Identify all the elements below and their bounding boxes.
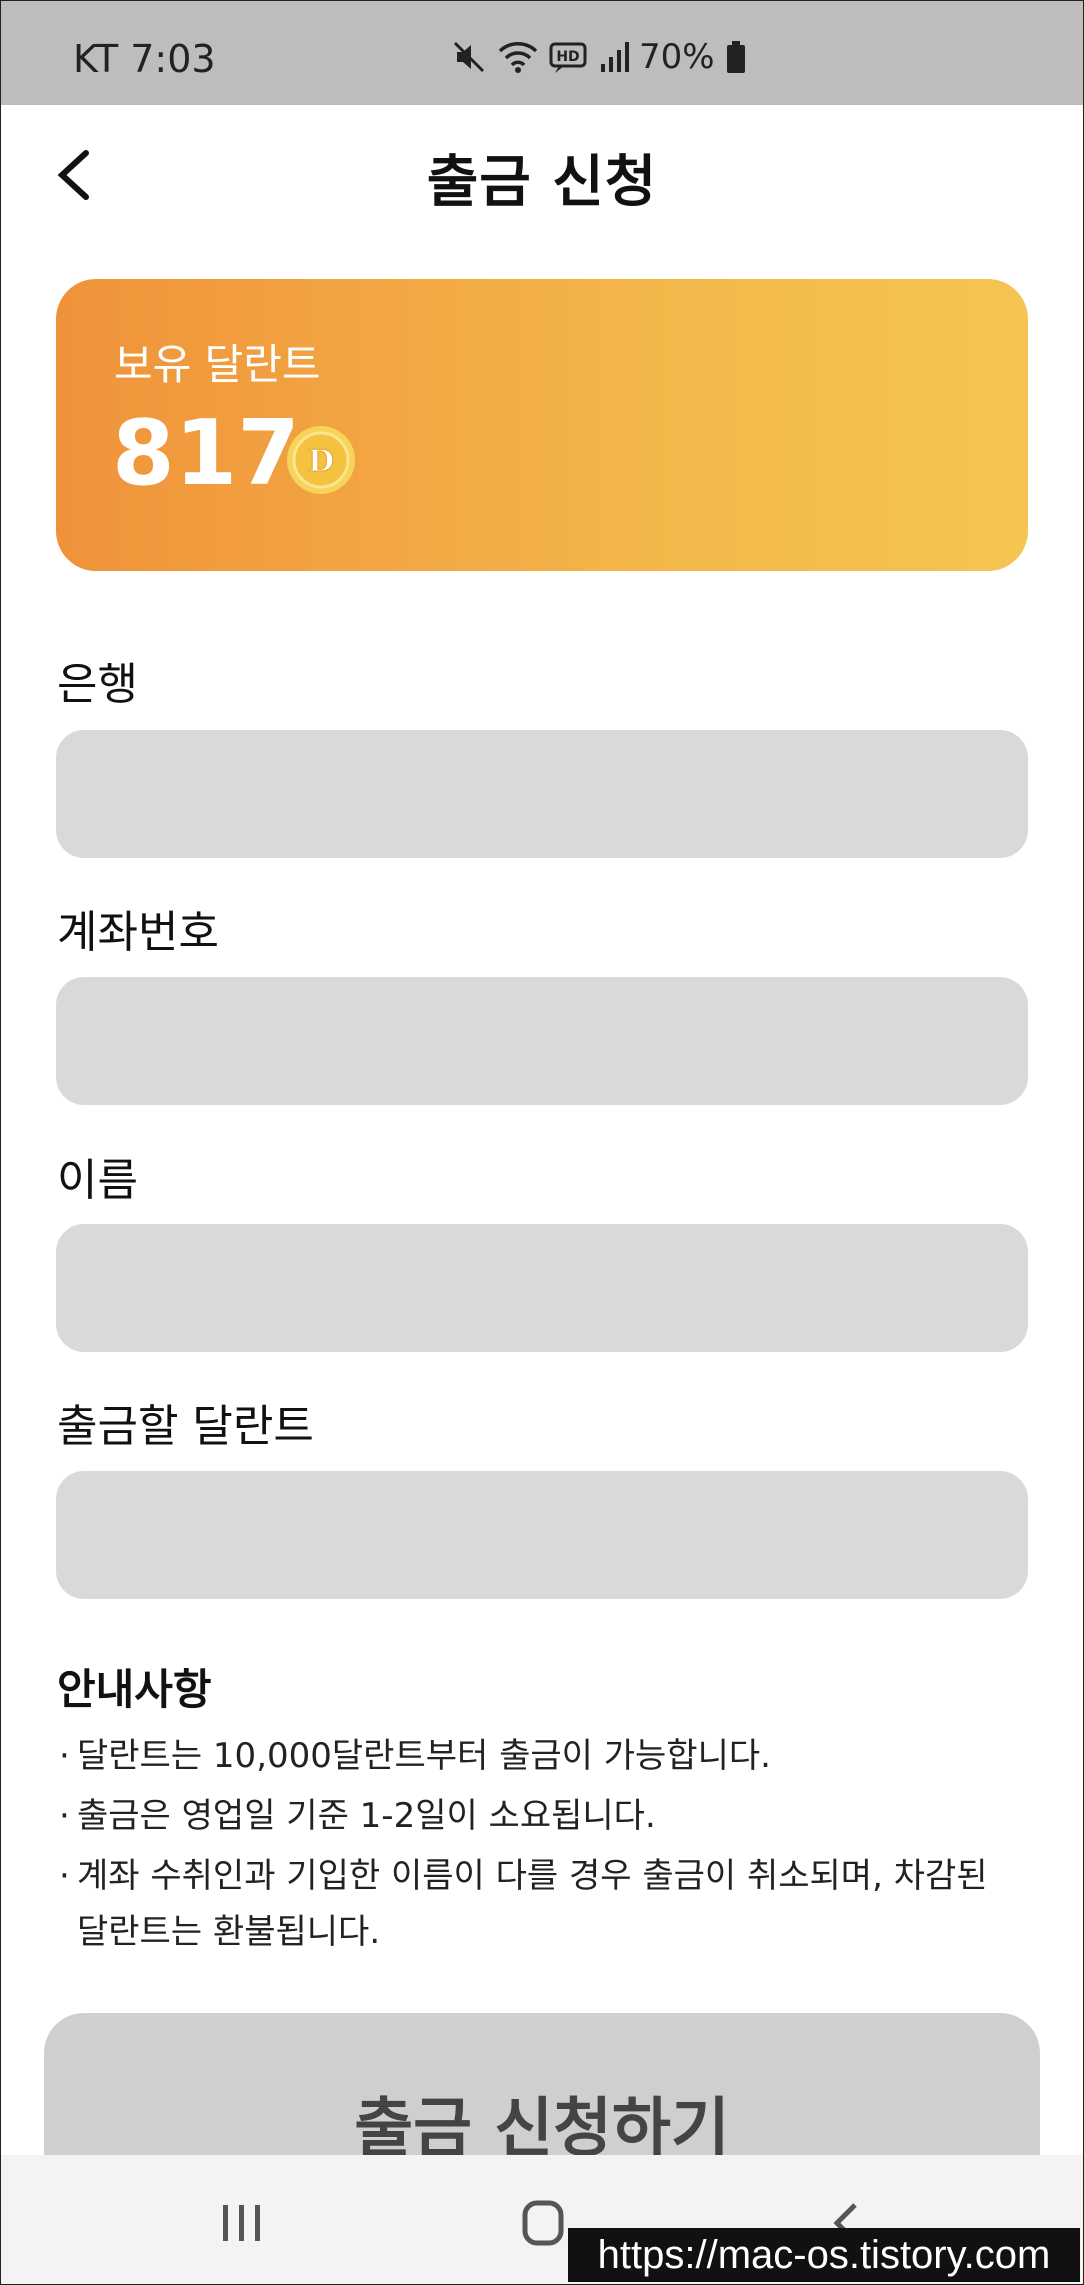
balance-label: 보유 달란트	[114, 340, 321, 389]
balance-value: 817	[112, 401, 300, 506]
status-icons: HD 70%	[451, 35, 747, 79]
withdraw-amount-input[interactable]	[56, 1471, 1028, 1599]
coin-icon: D	[287, 426, 355, 494]
notice-list: · 달란트는 10,000달란트부터 출금이 가능합니다. · 출금은 영업일 …	[57, 1728, 1017, 1964]
bullet-dot: ·	[59, 1796, 70, 1836]
notice-item-text: 출금은 영업일 기준 1-2일이 소요됩니다.	[77, 1796, 656, 1836]
mute-icon	[451, 39, 487, 75]
status-carrier-time: KT 7:03	[73, 37, 216, 81]
bank-input[interactable]	[56, 730, 1028, 858]
notice-item: · 출금은 영업일 기준 1-2일이 소요됩니다.	[57, 1788, 1017, 1844]
status-bar: KT 7:03 HD 70%	[1, 1, 1083, 105]
account-number-label: 계좌번호	[57, 907, 219, 958]
hd-voice-icon: HD	[549, 39, 589, 75]
page-title: 출금 신청	[426, 150, 658, 215]
svg-text:D: D	[308, 444, 334, 479]
recent-apps-icon	[223, 2205, 260, 2241]
name-input[interactable]	[56, 1224, 1028, 1352]
battery-percent: 70%	[639, 37, 715, 77]
notice-title: 안내사항	[57, 1665, 212, 1714]
notice-item-text: 달란트는 10,000달란트부터 출금이 가능합니다.	[77, 1736, 771, 1776]
recent-apps-button[interactable]	[201, 2193, 281, 2253]
watermark: https://mac-os.tistory.com	[568, 2228, 1080, 2282]
balance-card: 보유 달란트 817 D	[56, 279, 1028, 571]
app-bar: 출금 신청	[0, 105, 1084, 245]
wifi-icon	[497, 39, 539, 75]
notice-item: · 달란트는 10,000달란트부터 출금이 가능합니다.	[57, 1728, 1017, 1784]
name-label: 이름	[57, 1155, 138, 1206]
signal-icon	[599, 40, 629, 74]
bullet-dot: ·	[59, 1736, 70, 1776]
withdraw-amount-label: 출금할 달란트	[57, 1401, 314, 1452]
svg-text:HD: HD	[556, 49, 579, 65]
battery-icon	[725, 40, 747, 74]
notice-item-text: 계좌 수취인과 기입한 이름이 다를 경우 출금이 취소되며, 차감된 달란트는…	[77, 1856, 988, 1952]
bank-label: 은행	[57, 659, 138, 710]
account-number-input[interactable]	[56, 977, 1028, 1105]
bullet-dot: ·	[59, 1856, 70, 1896]
notice-item: · 계좌 수취인과 기입한 이름이 다를 경우 출금이 취소되며, 차감된 달란…	[57, 1848, 1017, 1960]
